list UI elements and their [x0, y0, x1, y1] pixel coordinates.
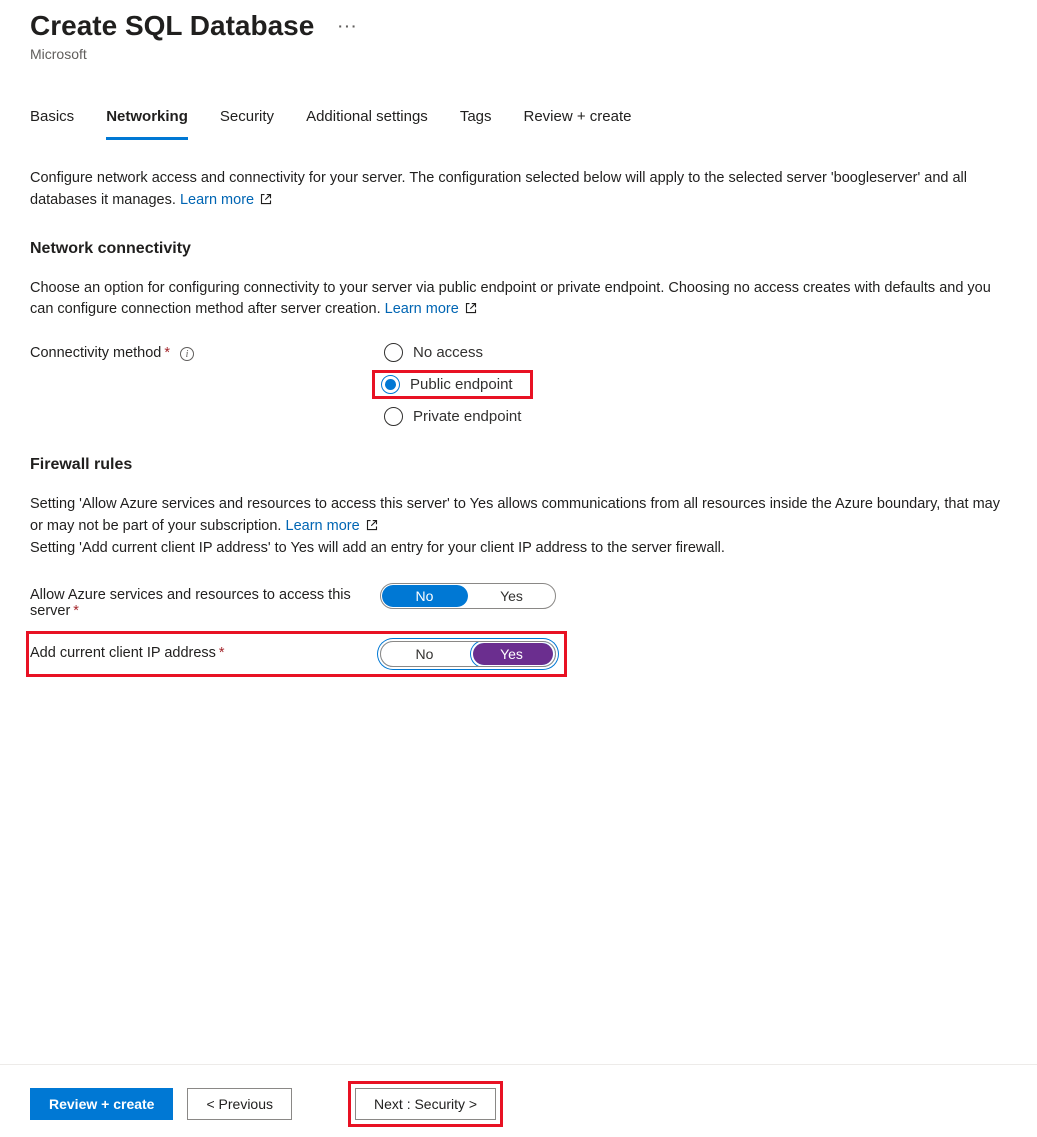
- radio-public-endpoint[interactable]: Public endpoint: [372, 370, 533, 399]
- client-ip-toggle[interactable]: No Yes: [380, 641, 556, 667]
- page-title: Create SQL Database: [30, 10, 314, 42]
- networking-intro: Configure network access and connectivit…: [30, 168, 1007, 212]
- radio-label: No access: [413, 344, 483, 361]
- client-ip-label: Add current client IP address*: [30, 641, 370, 661]
- connectivity-learn-more-link[interactable]: Learn more: [385, 301, 477, 317]
- connectivity-desc-text: Choose an option for configuring connect…: [30, 280, 991, 318]
- tab-basics[interactable]: Basics: [30, 102, 74, 140]
- footer-bar: Review + create < Previous Next : Securi…: [0, 1064, 1037, 1127]
- tab-networking[interactable]: Networking: [106, 102, 188, 140]
- page-subtitle: Microsoft: [30, 46, 1007, 62]
- learn-more-link[interactable]: Learn more: [180, 192, 272, 208]
- networking-intro-text: Configure network access and connectivit…: [30, 170, 967, 208]
- firewall-desc1-text: Setting 'Allow Azure services and resour…: [30, 496, 1000, 534]
- next-security-button[interactable]: Next : Security >: [355, 1088, 496, 1120]
- external-link-icon: [260, 193, 272, 205]
- radio-label: Public endpoint: [410, 376, 513, 393]
- radio-icon: [381, 375, 400, 394]
- radio-icon: [384, 343, 403, 362]
- firewall-learn-more-link[interactable]: Learn more: [286, 518, 378, 534]
- firewall-desc: Setting 'Allow Azure services and resour…: [30, 494, 1007, 559]
- tab-review-create[interactable]: Review + create: [524, 102, 632, 140]
- radio-no-access[interactable]: No access: [380, 341, 525, 364]
- radio-label: Private endpoint: [413, 408, 521, 425]
- firewall-rules-heading: Firewall rules: [30, 456, 1007, 474]
- allow-azure-label: Allow Azure services and resources to ac…: [30, 583, 370, 619]
- toggle-yes[interactable]: Yes: [468, 642, 555, 666]
- connectivity-radio-group: No access Public endpoint Private endpoi…: [380, 341, 525, 428]
- tab-bar: Basics Networking Security Additional se…: [30, 102, 1007, 140]
- review-create-button[interactable]: Review + create: [30, 1088, 173, 1120]
- external-link-icon: [366, 519, 378, 531]
- allow-azure-toggle[interactable]: No Yes: [380, 583, 556, 609]
- network-connectivity-heading: Network connectivity: [30, 240, 1007, 258]
- external-link-icon: [465, 302, 477, 314]
- tab-additional-settings[interactable]: Additional settings: [306, 102, 428, 140]
- tab-security[interactable]: Security: [220, 102, 274, 140]
- tab-tags[interactable]: Tags: [460, 102, 492, 140]
- radio-private-endpoint[interactable]: Private endpoint: [380, 405, 525, 428]
- toggle-yes[interactable]: Yes: [468, 584, 555, 608]
- previous-button[interactable]: < Previous: [187, 1088, 292, 1120]
- toggle-no[interactable]: No: [381, 584, 468, 608]
- highlight-box: Next : Security >: [348, 1081, 503, 1127]
- more-menu-icon[interactable]: ···: [338, 18, 358, 34]
- connectivity-method-label: Connectivity method* i: [30, 341, 370, 361]
- info-icon[interactable]: i: [180, 347, 194, 361]
- radio-icon: [384, 407, 403, 426]
- firewall-desc2-text: Setting 'Add current client IP address' …: [30, 540, 725, 556]
- connectivity-desc: Choose an option for configuring connect…: [30, 278, 1007, 322]
- toggle-no[interactable]: No: [381, 642, 468, 666]
